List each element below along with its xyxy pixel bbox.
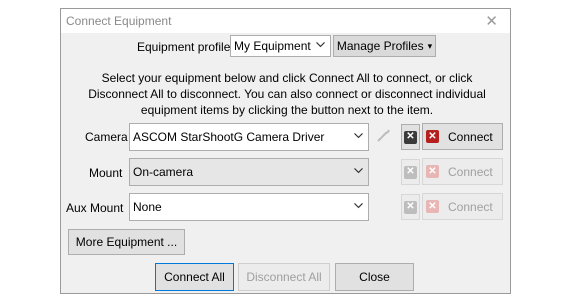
chevron-down-icon <box>354 166 363 177</box>
equipment-profile-value: My Equipment <box>234 39 311 53</box>
camera-value: ASCOM StarShootG Camera Driver <box>133 130 325 144</box>
dropdown-arrow-icon: ▾ <box>427 40 433 51</box>
chevron-down-icon <box>316 40 325 51</box>
settings-wrench-icon <box>377 129 390 145</box>
close-button[interactable]: Close <box>335 263 414 291</box>
aux-mount-select[interactable]: None <box>129 193 369 221</box>
connect-x-icon: ✕ <box>426 200 439 213</box>
aux-mount-label: Aux Mount <box>66 201 124 215</box>
mount-connect-label: Connect <box>448 164 493 179</box>
camera-connect-label: Connect <box>448 129 493 144</box>
close-icon[interactable]: ✕ <box>485 12 498 30</box>
chevron-down-icon <box>354 201 363 212</box>
manage-profiles-button[interactable]: Manage Profiles ▾ <box>333 35 436 57</box>
disconnect-x-icon: ✕ <box>404 165 417 179</box>
camera-label: Camera <box>85 130 128 144</box>
disconnect-x-icon: ✕ <box>404 130 417 144</box>
mount-select[interactable]: On-camera <box>129 158 369 186</box>
equipment-profile-select[interactable]: My Equipment <box>230 35 331 57</box>
aux-mount-value: None <box>133 200 162 214</box>
connect-all-button[interactable]: Connect All <box>155 263 234 291</box>
camera-settings-button[interactable] <box>376 125 391 149</box>
connect-x-icon: ✕ <box>426 130 439 143</box>
camera-select[interactable]: ASCOM StarShootG Camera Driver <box>129 123 369 151</box>
equipment-profile-label: Equipment profile <box>137 40 231 54</box>
title-bar: Connect Equipment ✕ <box>61 9 510 33</box>
aux-mount-connect-button[interactable]: ✕ Connect <box>422 193 503 220</box>
disconnect-all-button[interactable]: Disconnect All <box>238 263 330 291</box>
chevron-down-icon <box>354 131 363 142</box>
manage-profiles-label: Manage Profiles <box>336 39 424 53</box>
camera-connect-button[interactable]: ✕ Connect <box>422 123 503 150</box>
mount-disconnect-button[interactable]: ✕ <box>401 159 420 185</box>
connect-x-icon: ✕ <box>426 165 439 178</box>
mount-label: Mount <box>89 166 123 180</box>
instructions-text: Select your equipment below and click Co… <box>88 71 486 117</box>
connect-equipment-dialog: Connect Equipment ✕ Equipment profile My… <box>60 8 511 294</box>
mount-value: On-camera <box>133 165 194 179</box>
aux-mount-connect-label: Connect <box>448 199 493 214</box>
more-equipment-button[interactable]: More Equipment ... <box>68 229 185 255</box>
mount-connect-button[interactable]: ✕ Connect <box>422 158 503 185</box>
camera-disconnect-button[interactable]: ✕ <box>401 124 420 150</box>
disconnect-x-icon: ✕ <box>404 200 417 214</box>
window-title: Connect Equipment <box>66 14 172 28</box>
aux-mount-disconnect-button[interactable]: ✕ <box>401 194 420 220</box>
